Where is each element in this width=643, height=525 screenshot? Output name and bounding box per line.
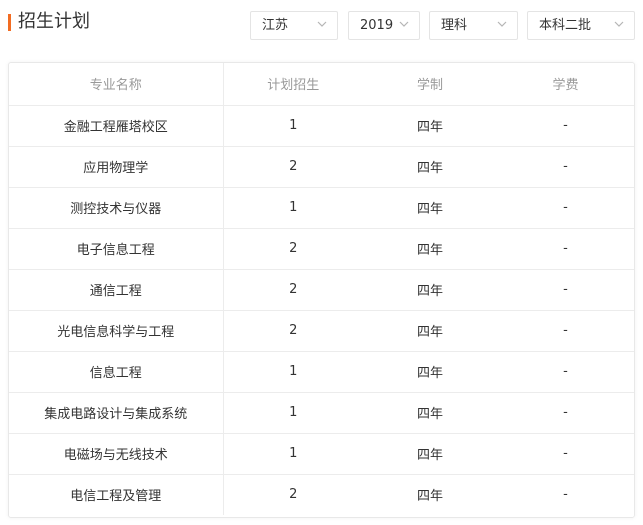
cell-major: 金融工程雁塔校区 [9, 105, 224, 147]
cell-duration: 四年 [363, 187, 497, 229]
cell-major: 测控技术与仪器 [9, 187, 224, 229]
title-accent-bar [8, 14, 11, 31]
chevron-down-icon [399, 21, 409, 27]
cell-plan: 1 [223, 187, 363, 229]
cell-major: 光电信息科学与工程 [9, 310, 224, 352]
cell-major: 集成电路设计与集成系统 [9, 392, 224, 434]
table-row: 集成电路设计与集成系统 1 四年 - [9, 392, 634, 434]
cell-plan: 1 [223, 105, 363, 147]
table-row: 电子信息工程 2 四年 - [9, 228, 634, 270]
chevron-down-icon [317, 21, 327, 27]
cell-duration: 四年 [363, 228, 497, 270]
cell-fee: - [497, 269, 634, 311]
enrollment-plan-table: 专业名称 计划招生 学制 学费 金融工程雁塔校区 1 四年 - 应用物理学 2 … [8, 62, 635, 518]
cell-plan: 2 [289, 487, 298, 503]
cell-duration: 四年 [363, 105, 497, 147]
batch-select-value: 本科二批 [539, 18, 592, 33]
cell-plan: 2 [223, 269, 363, 311]
cell-fee: - [497, 351, 634, 393]
cell-duration: 四年 [363, 433, 497, 475]
year-select-value: 2019 [360, 18, 394, 33]
cell-fee: - [497, 146, 634, 188]
page-title: 招生计划 [18, 11, 90, 32]
cell-fee: - [497, 433, 634, 475]
cell-fee: - [497, 105, 634, 147]
cell-plan: 2 [223, 146, 363, 188]
cell-duration: 四年 [416, 489, 443, 505]
cell-duration: 四年 [363, 310, 497, 352]
cell-major: 电信工程及管理 [9, 474, 224, 515]
cell-major: 通信工程 [9, 269, 224, 311]
table-row: 光电信息科学与工程 2 四年 - [9, 310, 634, 352]
cell-plan: 2 [223, 228, 363, 270]
cell-fee: - [497, 228, 634, 270]
subject-select[interactable]: 理科 [429, 11, 518, 40]
cell-fee: - [497, 392, 634, 434]
table-row: 测控技术与仪器 1 四年 - [9, 187, 634, 229]
cell-fee: - [497, 187, 634, 229]
table-row: 电信工程及管理 2 四年 - [9, 474, 634, 515]
table-row: 金融工程雁塔校区 1 四年 - [9, 105, 634, 147]
cell-plan: 1 [223, 392, 363, 434]
column-header-duration: 学制 [363, 63, 497, 106]
column-header-fee: 学费 [497, 63, 634, 106]
subject-select-value: 理科 [441, 18, 468, 33]
cell-major: 信息工程 [9, 351, 224, 393]
table-row: 通信工程 2 四年 - [9, 269, 634, 311]
batch-select[interactable]: 本科二批 [527, 11, 635, 40]
column-header-major: 专业名称 [9, 63, 224, 106]
column-header-plan: 计划招生 [223, 63, 363, 106]
cell-fee: - [497, 310, 634, 352]
page-header: 招生计划 江苏 2019 理科 本科二批 [0, 0, 643, 52]
year-select[interactable]: 2019 [348, 11, 420, 40]
province-select-value: 江苏 [262, 18, 289, 33]
chevron-down-icon [497, 21, 507, 27]
cell-plan: 1 [223, 351, 363, 393]
table-row: 信息工程 1 四年 - [9, 351, 634, 393]
cell-major: 应用物理学 [9, 146, 224, 188]
cell-fee: - [563, 487, 568, 503]
cell-duration: 四年 [363, 351, 497, 393]
table-row: 应用物理学 2 四年 - [9, 146, 634, 188]
table-header-row: 专业名称 计划招生 学制 学费 [9, 63, 634, 106]
cell-duration: 四年 [363, 146, 497, 188]
province-select[interactable]: 江苏 [250, 11, 338, 40]
cell-plan: 1 [223, 433, 363, 475]
cell-major: 电磁场与无线技术 [9, 433, 224, 475]
cell-duration: 四年 [363, 392, 497, 434]
chevron-down-icon [614, 21, 624, 27]
cell-duration: 四年 [363, 269, 497, 311]
table-row: 电磁场与无线技术 1 四年 - [9, 433, 634, 475]
cell-major: 电子信息工程 [9, 228, 224, 270]
cell-plan: 2 [223, 310, 363, 352]
